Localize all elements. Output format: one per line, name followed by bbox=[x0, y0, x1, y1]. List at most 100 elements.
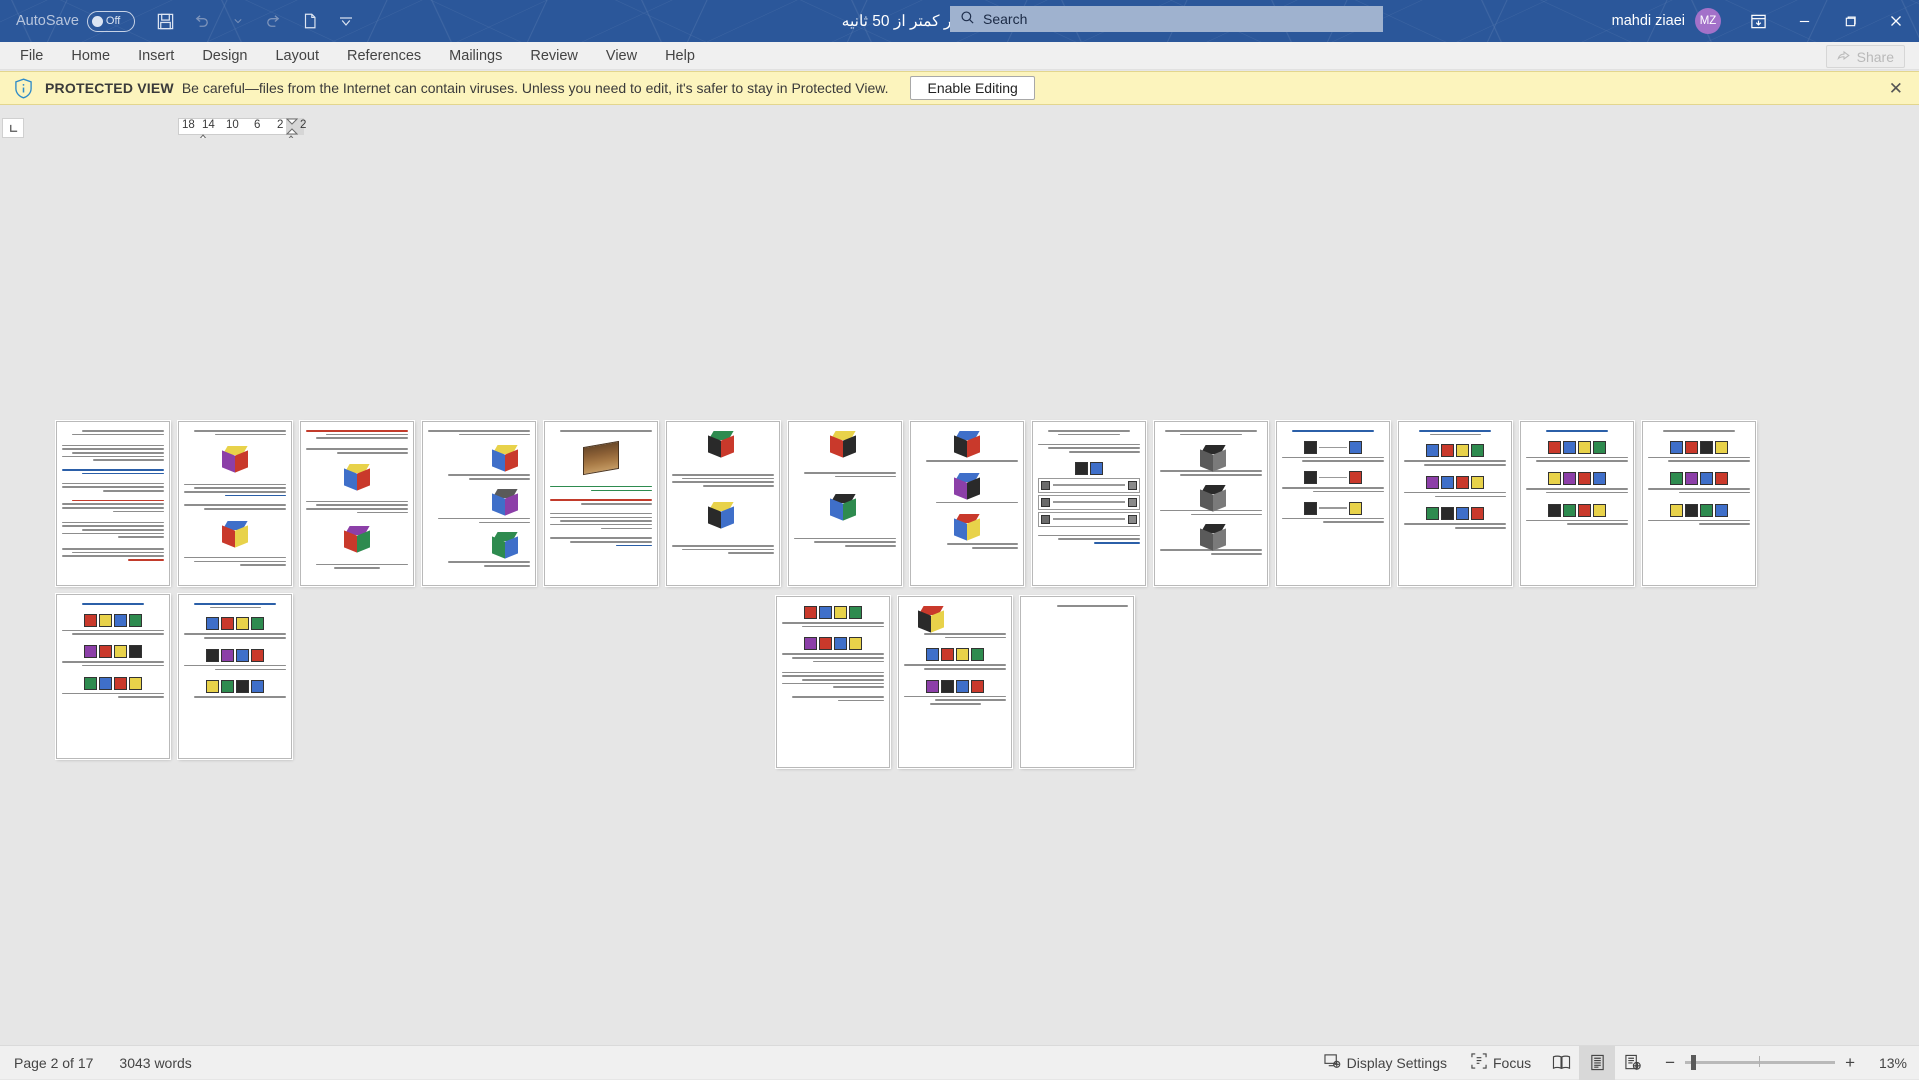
autosave-label: AutoSave bbox=[16, 13, 79, 29]
mini-cube bbox=[99, 614, 112, 627]
algorithm-line bbox=[1319, 477, 1347, 478]
zoom-in-button[interactable]: + bbox=[1845, 1054, 1855, 1071]
page-thumbnail[interactable] bbox=[1520, 421, 1634, 586]
zoom-out-button[interactable]: − bbox=[1665, 1054, 1675, 1071]
mini-cube bbox=[1456, 476, 1469, 489]
mini-cube bbox=[129, 614, 142, 627]
display-settings-label: Display Settings bbox=[1347, 1055, 1447, 1071]
redo-icon[interactable] bbox=[257, 5, 291, 37]
avatar[interactable]: MZ bbox=[1695, 8, 1721, 34]
protected-view-label: PROTECTED VIEW bbox=[45, 80, 174, 96]
mini-cube bbox=[1349, 441, 1362, 454]
autosave-toggle[interactable]: Off bbox=[87, 11, 135, 32]
page-thumbnail[interactable] bbox=[1154, 421, 1268, 586]
mini-cube bbox=[1578, 472, 1591, 485]
minimize-button[interactable] bbox=[1781, 0, 1827, 42]
tab-help[interactable]: Help bbox=[651, 42, 709, 70]
tab-design[interactable]: Design bbox=[188, 42, 261, 70]
mini-cube bbox=[1128, 515, 1137, 524]
tab-insert[interactable]: Insert bbox=[124, 42, 188, 70]
page-thumbnail[interactable] bbox=[1032, 421, 1146, 586]
page-thumbnail[interactable] bbox=[56, 421, 170, 586]
mini-cube bbox=[1349, 471, 1362, 484]
rubiks-cube-illustration bbox=[830, 431, 860, 461]
page-indicator[interactable]: Page 2 of 17 bbox=[14, 1055, 93, 1071]
mini-cube bbox=[1578, 504, 1591, 517]
tab-review[interactable]: Review bbox=[516, 42, 592, 70]
customize-qat-icon[interactable] bbox=[329, 5, 363, 37]
focus-button[interactable]: Focus bbox=[1459, 1046, 1543, 1080]
ruler-tick-2b: 2 bbox=[300, 119, 306, 131]
display-settings-button[interactable]: Display Settings bbox=[1312, 1046, 1459, 1080]
page-thumbnail[interactable] bbox=[910, 421, 1024, 586]
mini-cube bbox=[1563, 441, 1576, 454]
tab-layout[interactable]: Layout bbox=[261, 42, 333, 70]
page-thumbnail[interactable] bbox=[1276, 421, 1390, 586]
autosave-control[interactable]: AutoSave Off bbox=[16, 11, 135, 32]
zoom-control: − + 13% bbox=[1665, 1054, 1907, 1071]
rubiks-cube-illustration bbox=[954, 431, 980, 457]
undo-dropdown-icon[interactable] bbox=[221, 5, 255, 37]
read-mode-icon[interactable] bbox=[1543, 1046, 1579, 1080]
restore-button[interactable] bbox=[1827, 0, 1873, 42]
web-layout-icon[interactable] bbox=[1615, 1046, 1651, 1080]
mini-cube bbox=[1593, 441, 1606, 454]
display-settings-icon bbox=[1324, 1053, 1341, 1072]
page-thumbnail[interactable] bbox=[300, 421, 414, 586]
account-name[interactable]: mahdi ziaei bbox=[1612, 13, 1685, 29]
mini-cube bbox=[99, 645, 112, 658]
mini-cube bbox=[1041, 515, 1050, 524]
new-file-icon[interactable] bbox=[293, 5, 327, 37]
tab-home[interactable]: Home bbox=[57, 42, 124, 70]
page-thumbnail[interactable] bbox=[544, 421, 658, 586]
page-thumbnail[interactable] bbox=[1398, 421, 1512, 586]
focus-icon bbox=[1471, 1053, 1487, 1072]
rubiks-cube-illustration bbox=[954, 514, 980, 540]
document-canvas[interactable] bbox=[0, 138, 1919, 1056]
page-thumbnail[interactable] bbox=[56, 594, 170, 759]
page-thumbnail[interactable] bbox=[788, 421, 902, 586]
mini-cube bbox=[1670, 504, 1683, 517]
zoom-level-label[interactable]: 13% bbox=[1865, 1055, 1907, 1071]
mini-cube bbox=[1670, 441, 1683, 454]
page-thumbnail[interactable] bbox=[898, 596, 1012, 768]
tab-references[interactable]: References bbox=[333, 42, 435, 70]
mini-cube bbox=[1471, 507, 1484, 520]
print-layout-icon[interactable] bbox=[1579, 1046, 1615, 1080]
page-thumbnail[interactable] bbox=[422, 421, 536, 586]
page-thumbnail[interactable] bbox=[1642, 421, 1756, 586]
close-button[interactable] bbox=[1873, 0, 1919, 42]
enable-editing-button[interactable]: Enable Editing bbox=[910, 76, 1034, 100]
close-banner-icon[interactable]: ✕ bbox=[1889, 80, 1903, 97]
search-input[interactable]: Search bbox=[950, 6, 1383, 32]
mini-cube bbox=[1426, 444, 1439, 457]
title-bar: AutoSave Off bbox=[0, 0, 1919, 42]
undo-icon[interactable] bbox=[185, 5, 219, 37]
word-count[interactable]: 3043 words bbox=[119, 1055, 191, 1071]
rubiks-cube-illustration bbox=[954, 473, 980, 499]
ribbon-display-options-icon[interactable] bbox=[1735, 0, 1781, 42]
rubiks-cube-illustration bbox=[708, 502, 738, 532]
mini-cube bbox=[1700, 472, 1713, 485]
page-thumbnail[interactable] bbox=[666, 421, 780, 586]
page-thumbnail[interactable] bbox=[178, 421, 292, 586]
layered-cube-illustration bbox=[583, 441, 619, 475]
page-thumbnail[interactable] bbox=[178, 594, 292, 759]
share-icon bbox=[1837, 48, 1851, 65]
tab-selector-button[interactable] bbox=[2, 118, 24, 138]
page-thumbnail[interactable] bbox=[776, 596, 890, 768]
mini-cube bbox=[251, 617, 264, 630]
zoom-slider[interactable] bbox=[1685, 1061, 1835, 1064]
tab-file[interactable]: File bbox=[6, 42, 57, 70]
zoom-slider-midpoint bbox=[1759, 1056, 1760, 1067]
tab-view[interactable]: View bbox=[592, 42, 651, 70]
page-thumbnail[interactable] bbox=[1020, 596, 1134, 768]
zoom-slider-thumb[interactable] bbox=[1691, 1055, 1696, 1070]
tab-mailings[interactable]: Mailings bbox=[435, 42, 516, 70]
algorithm-line bbox=[1053, 518, 1125, 519]
save-icon[interactable] bbox=[149, 5, 183, 37]
mini-cube bbox=[1548, 504, 1561, 517]
mini-cube bbox=[1128, 498, 1137, 507]
algorithm-row bbox=[1038, 512, 1140, 527]
share-button[interactable]: Share bbox=[1826, 45, 1905, 68]
